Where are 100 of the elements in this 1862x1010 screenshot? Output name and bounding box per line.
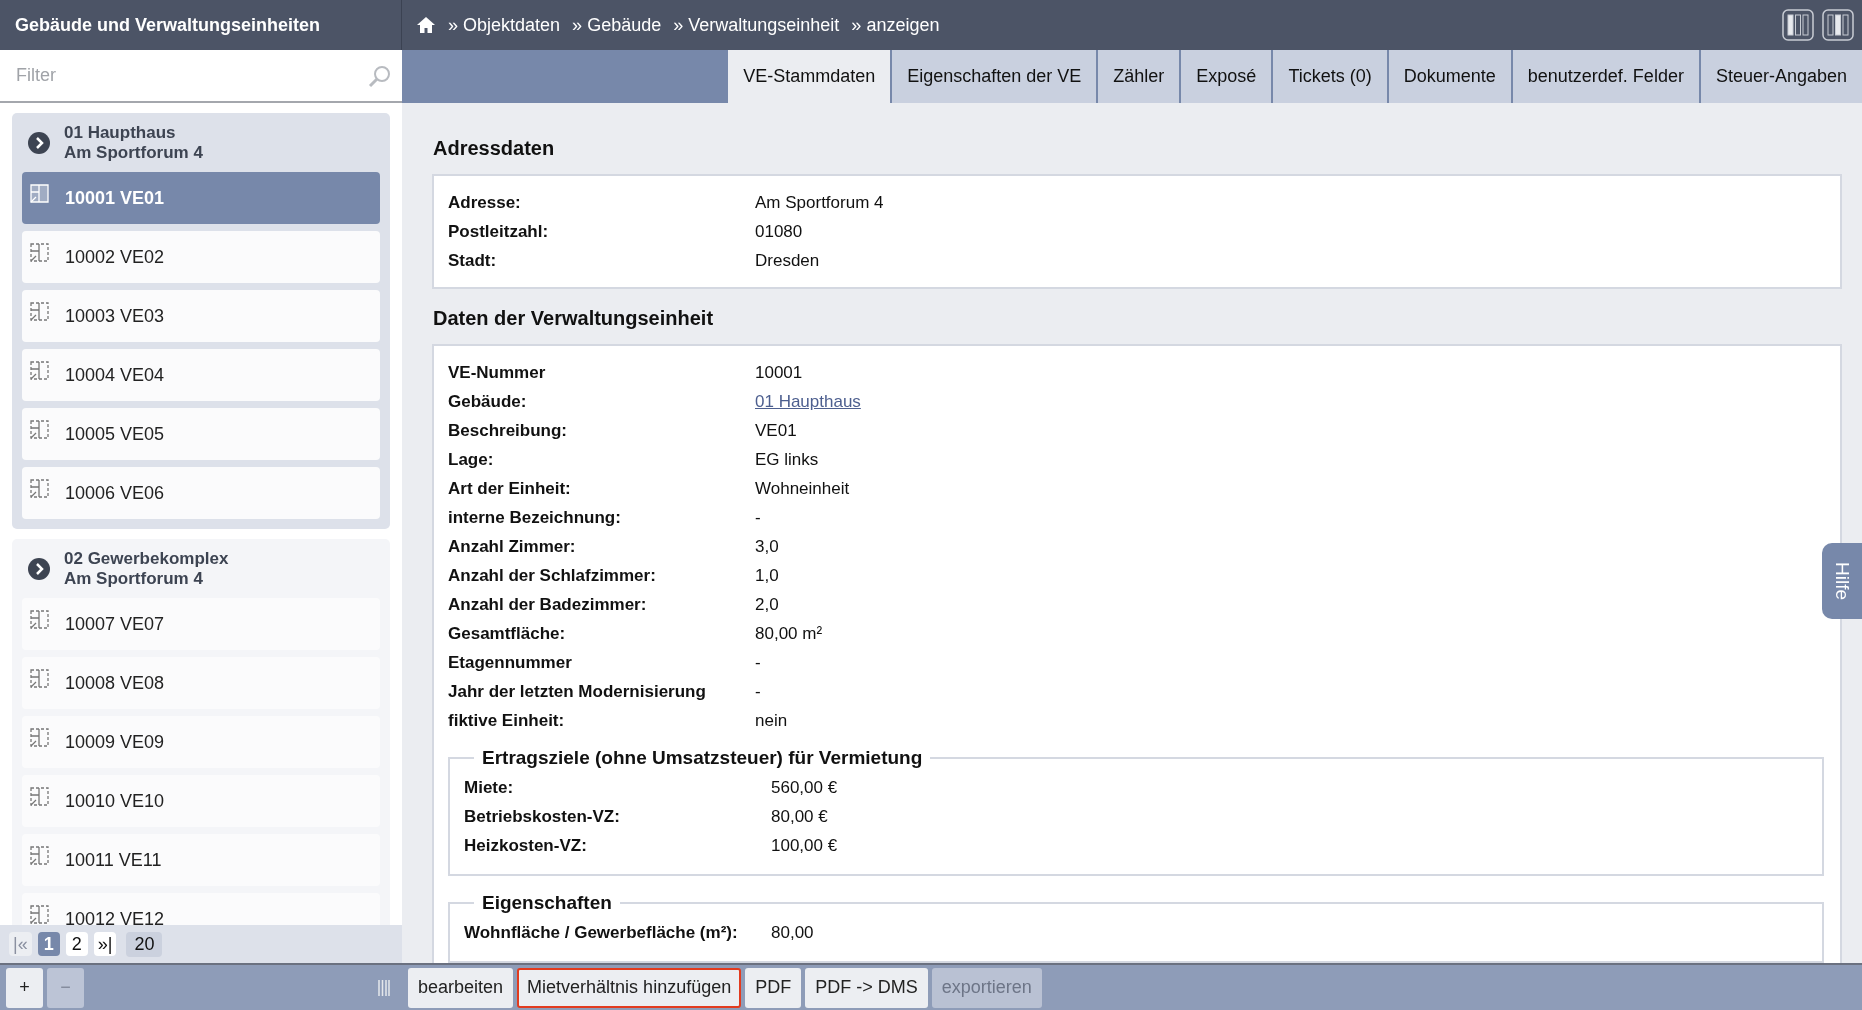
field-value: nein (755, 710, 789, 731)
field-label: fiktive Einheit: (448, 710, 566, 731)
floor-plan-icon (30, 904, 49, 924)
field-label: Stadt: (448, 250, 498, 271)
section-title: Adressdaten (432, 136, 556, 161)
field-label: Miete: (464, 777, 515, 798)
tab[interactable]: Steuer-Angaben (1698, 50, 1862, 103)
field-label: Etagennummer (448, 652, 573, 673)
field-label: Adresse: (448, 192, 522, 213)
unit-item[interactable]: 10004 VE04 (22, 349, 380, 401)
resize-handle-icon[interactable] (378, 979, 390, 996)
field-label: Anzahl der Badezimmer: (448, 594, 648, 615)
floor-plan-icon (30, 242, 49, 262)
field-label: Anzahl der Schlafzimmer: (448, 565, 657, 586)
field-value: 1,0 (755, 565, 780, 586)
field-label: VE-Nummer (448, 362, 547, 383)
tool-button[interactable]: + (6, 967, 43, 1008)
floor-plan-icon (30, 609, 49, 629)
unit-item[interactable]: 10008 VE08 (22, 657, 380, 709)
page-button[interactable]: 2 (65, 932, 88, 956)
tab[interactable]: benutzerdef. Felder (1510, 50, 1699, 103)
fieldset-title: Ertragsziele (ohne Umsatzsteuer) für Vermietung (481, 747, 924, 769)
field-label: Jahr der letzten Modernisierung (448, 681, 707, 702)
field-value: Dresden (755, 250, 821, 271)
field-label: Gebäude: (448, 391, 528, 412)
section-title: Daten der Verwaltungseinheit (432, 306, 715, 331)
field-value: 100,00 € (771, 835, 839, 856)
unit-item[interactable]: 10001 VE01 (22, 172, 380, 224)
help-tab[interactable]: Hilfe (1822, 543, 1862, 619)
unit-item[interactable]: 10003 VE03 (22, 290, 380, 342)
unit-item[interactable]: 10009 VE09 (22, 716, 380, 768)
sidebar-title: Gebäude und Verwaltungseinheiten (0, 0, 402, 50)
floor-plan-icon (30, 360, 49, 380)
field-value: 10001 (755, 362, 804, 383)
field-label: Lage: (448, 449, 495, 470)
tab[interactable]: Eigenschaften der VE (890, 50, 1097, 103)
building-name[interactable]: 01 Haupthaus Am Sportforum 4 (64, 123, 203, 163)
field-label: Betriebskosten-VZ: (464, 806, 621, 827)
field-label: Anzahl Zimmer: (448, 536, 577, 557)
breadcrumb-link[interactable]: » Verwaltungseinheit (673, 14, 840, 36)
tab[interactable]: Tickets (0) (1271, 50, 1387, 103)
building-name[interactable]: 02 Gewerbekomplex Am Sportforum 4 (64, 549, 229, 589)
column-layout-icon[interactable] (1822, 9, 1854, 41)
field-label: Heizkosten-VZ: (464, 835, 588, 856)
page-button[interactable]: »| (93, 932, 117, 956)
tab[interactable]: Dokumente (1386, 50, 1511, 103)
floor-plan-icon (30, 183, 49, 203)
field-label: Gesamtfläche: (448, 623, 567, 644)
unit-item[interactable]: 10011 VE11 (22, 834, 380, 886)
field-value: 80,00 € (771, 806, 829, 827)
unit-item[interactable]: 10006 VE06 (22, 467, 380, 519)
chevron-right-icon[interactable] (28, 558, 50, 580)
action-button[interactable]: PDF -> DMS (805, 967, 928, 1008)
page-size[interactable]: 20 (126, 931, 163, 957)
field-value: 01080 (755, 221, 804, 242)
unit-item[interactable]: 10002 VE02 (22, 231, 380, 283)
floor-plan-icon (30, 301, 49, 321)
unit-item[interactable]: 10005 VE05 (22, 408, 380, 460)
page-button[interactable]: 1 (37, 932, 60, 956)
field-value: VE01 (755, 420, 798, 441)
floor-plan-icon (30, 786, 49, 806)
field-label: Postleitzahl: (448, 221, 550, 242)
floor-plan-icon (30, 845, 49, 865)
unit-item[interactable]: 10007 VE07 (22, 598, 380, 650)
field-label: interne Bezeichnung: (448, 507, 622, 528)
field-value: - (755, 507, 762, 528)
filter-field[interactable]: Filter (14, 64, 368, 87)
action-button[interactable]: PDF (745, 967, 802, 1008)
action-button[interactable]: Mietverhältnis hinzufügen (517, 967, 742, 1008)
floor-plan-icon (30, 668, 49, 688)
action-button[interactable]: bearbeiten (408, 967, 514, 1008)
breadcrumb-link[interactable]: » Gebäude (572, 14, 662, 36)
field-value: Wohneinheit (755, 478, 851, 499)
chevron-right-icon[interactable] (28, 132, 50, 154)
field-value: 80,00 m² (755, 623, 824, 644)
column-layout-icon[interactable] (1782, 9, 1814, 41)
tab[interactable]: Exposé (1179, 50, 1272, 103)
field-value: 80,00 (771, 922, 815, 943)
floor-plan-icon (30, 727, 49, 747)
field-value: 560,00 € (771, 777, 839, 798)
field-value: 2,0 (755, 594, 780, 615)
tab[interactable]: Zähler (1096, 50, 1180, 103)
field-value: 3,0 (755, 536, 780, 557)
tab[interactable]: VE-Stammdaten (726, 50, 891, 103)
breadcrumb-link[interactable]: » anzeigen (851, 14, 940, 36)
unit-item[interactable]: 10010 VE10 (22, 775, 380, 827)
field-value: Am Sportforum 4 (755, 192, 885, 213)
field-label: Wohnfläche / Gewerbefläche (m²): (464, 922, 739, 943)
breadcrumb-link[interactable]: » Objektdaten (448, 14, 561, 36)
floor-plan-icon (30, 419, 49, 439)
field-value: - (755, 652, 762, 673)
unit-item[interactable]: 10012 VE12 (22, 893, 380, 925)
building-link[interactable]: 01 Haupthaus (755, 391, 861, 412)
field-label: Art der Einheit: (448, 478, 572, 499)
fieldset-title: Eigenschaften (481, 892, 613, 914)
field-label: Beschreibung: (448, 420, 569, 441)
field-value: - (755, 681, 762, 702)
field-value: EG links (755, 449, 820, 470)
home-icon[interactable] (416, 16, 436, 34)
floor-plan-icon (30, 478, 49, 498)
